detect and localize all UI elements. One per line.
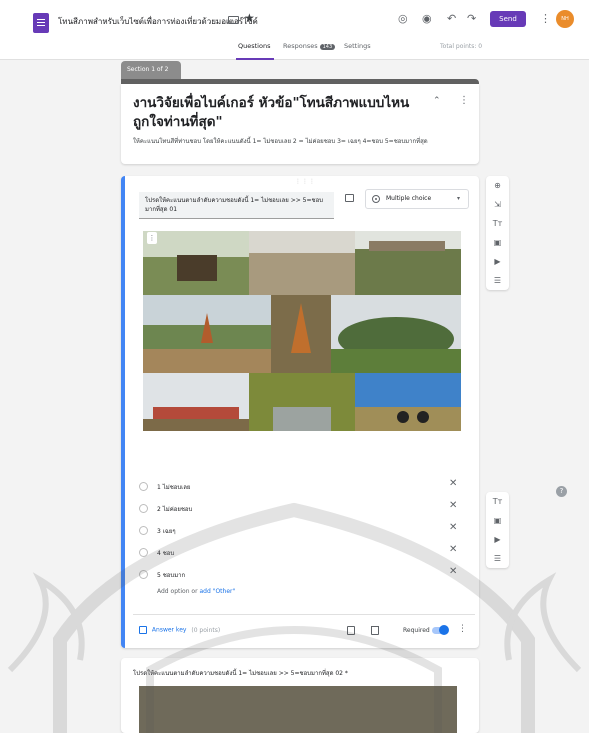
folder-icon[interactable] (228, 16, 239, 24)
floating-toolbar: ⊕ ⇲ Tт ▣ ▶ ☰ (486, 176, 509, 290)
undo-icon[interactable]: ↶ (447, 12, 456, 25)
remove-option-icon[interactable]: ✕ (449, 544, 457, 555)
add-section-icon[interactable]: ☰ (486, 549, 509, 568)
add-question-icon[interactable]: ⊕ (486, 176, 509, 195)
total-points: Total points: 0 (440, 43, 483, 50)
radio-icon (139, 482, 148, 491)
avatar[interactable]: NH (556, 10, 574, 28)
section-more-icon[interactable]: ⋮ (459, 95, 469, 106)
add-other-link[interactable]: add "Other" (199, 588, 235, 595)
question-more-icon[interactable]: ⋮ (458, 624, 467, 634)
remove-option-icon[interactable]: ✕ (449, 566, 457, 577)
preview-eye-icon[interactable]: ◉ (422, 12, 432, 25)
duplicate-icon[interactable] (347, 626, 355, 635)
send-button[interactable]: Send (490, 11, 526, 27)
import-questions-icon[interactable]: ⇲ (486, 195, 509, 214)
more-options-icon[interactable]: ⋮ (540, 12, 551, 25)
required-label: Required (403, 627, 430, 634)
tab-responses-label: Responses (283, 42, 318, 50)
add-title-icon[interactable]: Tт (486, 214, 509, 233)
option-label[interactable]: 2 ไม่ค่อยชอบ (157, 504, 192, 514)
add-image-icon[interactable]: ▣ (486, 233, 509, 252)
tab-bar: Questions Responses 143 Settings (0, 42, 589, 60)
collapse-icon[interactable]: ⌃ (433, 96, 441, 106)
radio-icon (139, 526, 148, 535)
active-tab-indicator (236, 58, 274, 60)
add-option-link[interactable]: Add option (157, 588, 190, 595)
responses-count-badge: 143 (319, 44, 336, 50)
secondary-toolbar: Tт ▣ ▶ ☰ (486, 492, 509, 568)
radio-icon (139, 570, 148, 579)
option-row[interactable]: 4 ชอบ ✕ (139, 542, 469, 564)
form-title-card[interactable]: งานวิจัยเพื่อไบค์เกอร์ หัวข้อ"โทนสีภาพแบ… (121, 84, 479, 164)
add-section-icon[interactable]: ☰ (486, 271, 509, 290)
add-video-icon[interactable]: ▶ (486, 530, 509, 549)
points-label: (0 points) (191, 626, 221, 634)
question-text-field[interactable]: โปรดให้คะแนนตามลำดับความชอบดังนี้ 1= ไม่… (139, 192, 334, 219)
required-toggle[interactable] (432, 625, 449, 635)
dropdown-caret-icon: ▾ (456, 195, 460, 202)
question-2-image[interactable] (139, 686, 457, 733)
radio-button-icon (372, 195, 380, 203)
add-image-icon[interactable]: ▣ (486, 511, 509, 530)
footer-divider (133, 614, 475, 615)
answer-key-label: Answer key (151, 626, 187, 634)
option-label[interactable]: 5 ชอบมาก (157, 570, 185, 580)
add-option-row[interactable]: Add option or add "Other" (157, 588, 235, 595)
top-bar: โทนสีภาพสำหรับเว็บไซต์เพื่อการท่องเที่ยว… (0, 0, 589, 60)
question-2-text[interactable]: โปรดให้คะแนนตามลำดับความชอบดังนี้ 1= ไม่… (133, 668, 348, 678)
add-option-or: or (191, 588, 198, 595)
option-row[interactable]: 5 ชอบมาก ✕ (139, 564, 469, 586)
option-label[interactable]: 3 เฉยๆ (157, 526, 176, 536)
answer-key-button[interactable]: Answer key (0 points) (139, 626, 220, 634)
question-card-2[interactable]: โปรดให้คะแนนตามลำดับความชอบดังนี้ 1= ไม่… (121, 658, 479, 733)
option-row[interactable]: 3 เฉยๆ ✕ (139, 520, 469, 542)
form-description[interactable]: ให้คะแนนโทนสีที่ท่านชอบ โดยให้คะแนนดังนี… (133, 137, 453, 146)
help-icon[interactable]: ? (556, 486, 567, 497)
tab-settings[interactable]: Settings (344, 42, 371, 50)
remove-option-icon[interactable]: ✕ (449, 478, 457, 489)
forms-logo-icon[interactable] (33, 13, 49, 33)
option-label[interactable]: 4 ชอบ (157, 548, 174, 558)
tab-responses[interactable]: Responses 143 (283, 42, 336, 50)
image-options-icon[interactable]: ⋮ (147, 232, 157, 244)
answer-key-icon (139, 626, 147, 634)
question-card[interactable]: ⋮⋮⋮ โปรดให้คะแนนตามลำดับความชอบดังนี้ 1=… (121, 176, 479, 648)
remove-option-icon[interactable]: ✕ (449, 522, 457, 533)
section-label: Section 1 of 2 (121, 61, 181, 79)
question-type-label: Multiple choice (386, 195, 432, 202)
option-label[interactable]: 1 ไม่ชอบเลย (157, 482, 190, 492)
add-video-icon[interactable]: ▶ (486, 252, 509, 271)
redo-icon[interactable]: ↷ (467, 12, 476, 25)
remove-option-icon[interactable]: ✕ (449, 500, 457, 511)
radio-icon (139, 504, 148, 513)
delete-icon[interactable] (371, 626, 379, 635)
radio-icon (139, 548, 148, 557)
add-image-icon[interactable] (345, 194, 354, 202)
option-row[interactable]: 2 ไม่ค่อยชอบ ✕ (139, 498, 469, 520)
question-type-select[interactable]: Multiple choice ▾ (365, 189, 469, 209)
add-title-icon[interactable]: Tт (486, 492, 509, 511)
form-title[interactable]: งานวิจัยเพื่อไบค์เกอร์ หัวข้อ"โทนสีภาพแบ… (133, 94, 423, 132)
tab-questions[interactable]: Questions (238, 42, 270, 50)
palette-icon[interactable]: ◎ (398, 12, 408, 25)
star-icon[interactable]: ★ (244, 11, 255, 25)
drag-handle-icon[interactable]: ⋮⋮⋮ (295, 178, 316, 185)
option-row[interactable]: 1 ไม่ชอบเลย ✕ (139, 476, 469, 498)
question-image[interactable] (143, 231, 461, 431)
